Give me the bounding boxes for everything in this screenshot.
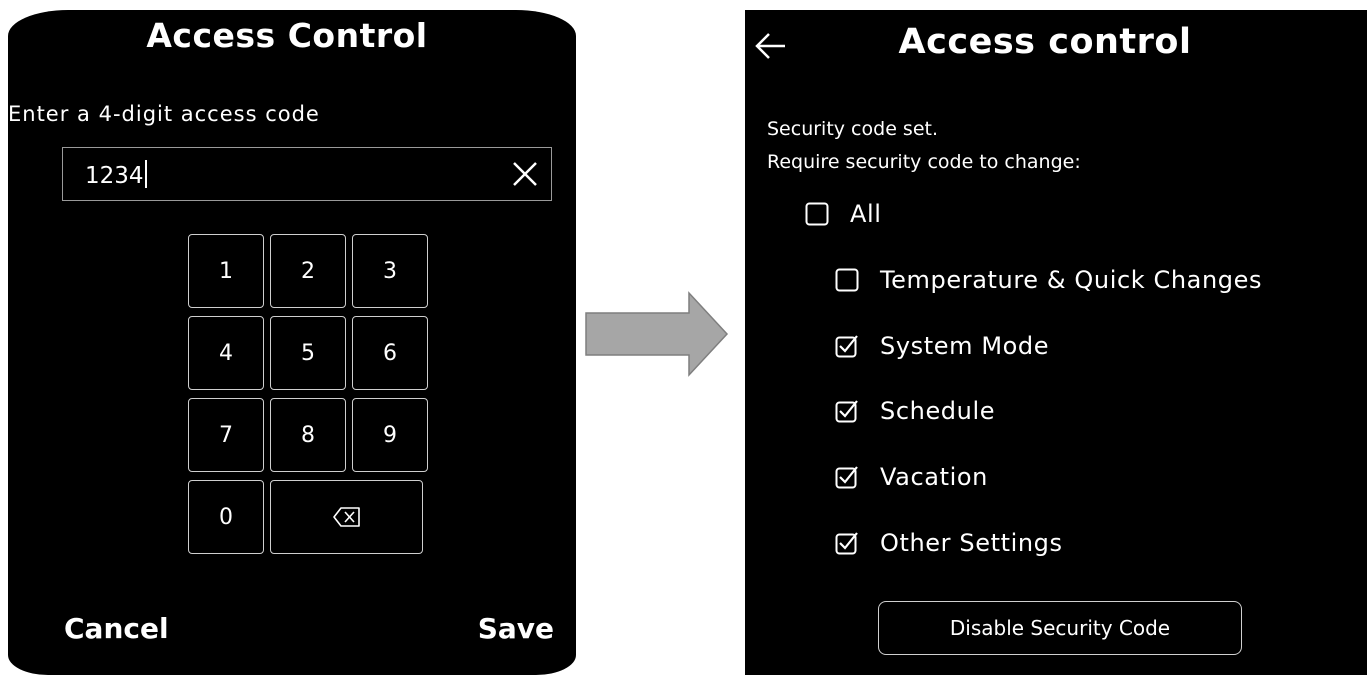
keypad-key-9[interactable]: 9 (352, 398, 428, 472)
checkbox-unchecked-icon[interactable] (835, 268, 859, 292)
keypad-key-8[interactable]: 8 (270, 398, 346, 472)
option-label: All (850, 200, 882, 228)
text-caret (144, 160, 147, 188)
keypad-key-0[interactable]: 0 (188, 480, 264, 554)
save-button[interactable]: Save (478, 612, 554, 645)
keypad-key-7[interactable]: 7 (188, 398, 264, 472)
option-label: System Mode (880, 332, 1050, 360)
keypad-key-6[interactable]: 6 (352, 316, 428, 390)
backspace-icon (332, 507, 360, 527)
keypad-backspace-key[interactable] (270, 480, 423, 554)
access-control-settings-screen: Access control Security code set. Requir… (745, 10, 1367, 675)
option-label: Temperature & Quick Changes (880, 266, 1263, 294)
close-icon[interactable] (509, 158, 541, 190)
checkbox-checked-icon[interactable] (835, 399, 859, 423)
code-prompt: Enter a 4-digit access code (8, 102, 320, 126)
arrow-left-icon[interactable] (753, 28, 789, 64)
keypad-key-1[interactable]: 1 (188, 234, 264, 308)
keypad-key-2[interactable]: 2 (270, 234, 346, 308)
option-label: Vacation (880, 463, 988, 491)
page-title: Access Control (146, 16, 428, 55)
disable-security-code-button[interactable]: Disable Security Code (878, 601, 1242, 655)
option-temperature-quick-changes[interactable]: Temperature & Quick Changes (835, 266, 1262, 294)
option-label: Schedule (880, 397, 996, 425)
keypad-key-3[interactable]: 3 (352, 234, 428, 308)
option-system-mode[interactable]: System Mode (835, 332, 1049, 360)
access-code-entry-screen: Access Control Enter a 4-digit access co… (8, 10, 576, 675)
checkbox-unchecked-icon[interactable] (805, 202, 829, 226)
option-all[interactable]: All (805, 200, 882, 228)
page-title: Access control (898, 22, 1192, 62)
option-label: Other Settings (880, 529, 1063, 557)
checkbox-checked-icon[interactable] (835, 465, 859, 489)
checkbox-checked-icon[interactable] (835, 531, 859, 555)
access-code-value: 1234 (85, 160, 147, 189)
keypad-key-5[interactable]: 5 (270, 316, 346, 390)
status-text: Security code set. (767, 118, 938, 140)
keypad-key-4[interactable]: 4 (188, 316, 264, 390)
comparison-figure: Access Control Enter a 4-digit access co… (0, 0, 1367, 675)
flow-arrow-icon (585, 291, 729, 377)
cancel-button[interactable]: Cancel (64, 612, 169, 645)
instruction-text: Require security code to change: (767, 151, 1081, 173)
access-code-input[interactable]: 1234 (62, 147, 552, 201)
option-schedule[interactable]: Schedule (835, 397, 995, 425)
option-vacation[interactable]: Vacation (835, 463, 988, 491)
checkbox-checked-icon[interactable] (835, 334, 859, 358)
option-other-settings[interactable]: Other Settings (835, 529, 1063, 557)
